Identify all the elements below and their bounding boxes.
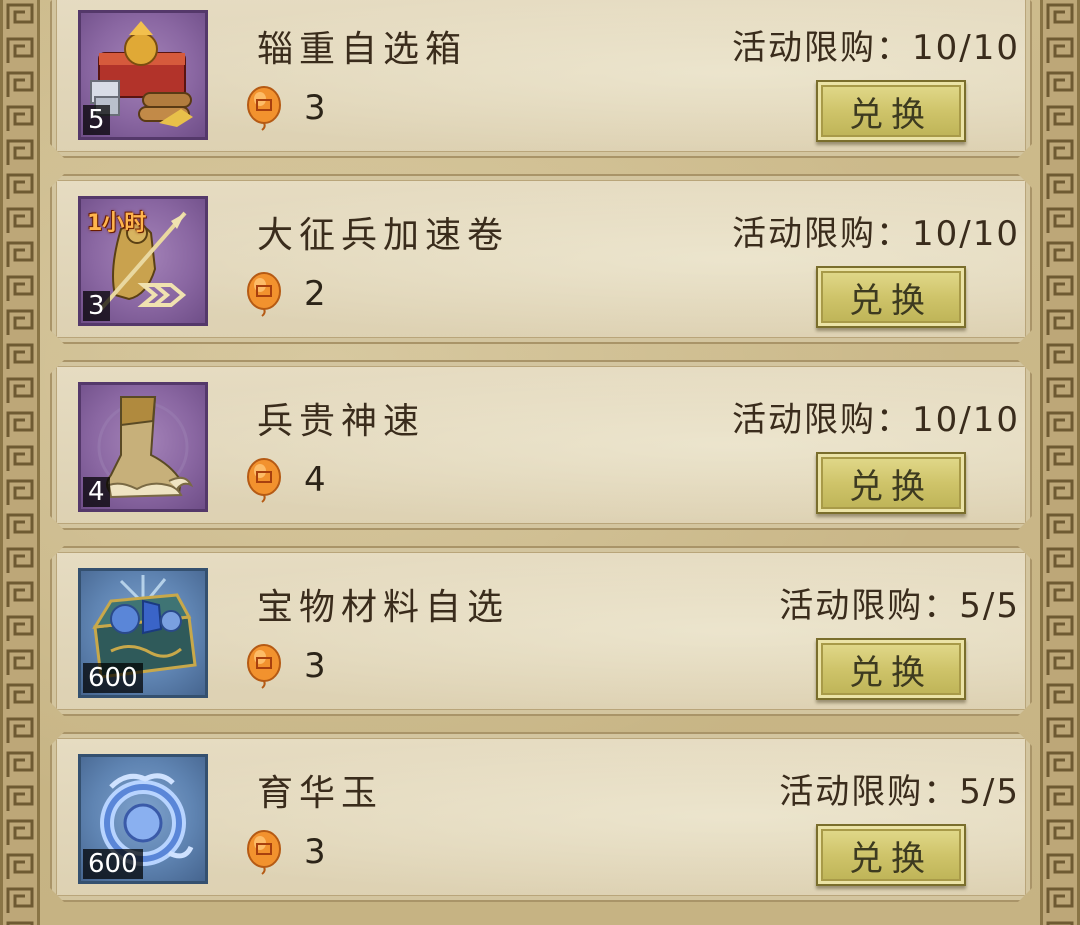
item-name: 育华玉 [257,773,384,814]
exchange-button[interactable]: 兑换 [816,80,966,142]
shop-panel: 5 辎重自选箱 3 活动限购：10/10 兑换 1小时 3 大征兵加速卷 2 活… [0,0,1080,925]
lantern-token-icon [244,643,284,689]
item-cost: 3 [244,829,326,875]
cost-value: 2 [304,274,326,314]
duration-badge: 1小时 [87,211,147,236]
item-name: 兵贵神速 [257,401,426,442]
cost-value: 3 [304,646,326,686]
purchase-limit: 活动限购：10/10 [732,28,1020,68]
exchange-item-card: 5 辎重自选箱 3 活动限购：10/10 兑换 [50,0,1032,158]
exchange-item-card: 4 兵贵神速 4 活动限购：10/10 兑换 [50,360,1032,530]
quantity-badge: 600 [83,663,143,693]
exchange-button[interactable]: 兑换 [816,638,966,700]
item-icon-frame[interactable]: 4 [78,382,208,512]
exchange-item-list[interactable]: 5 辎重自选箱 3 活动限购：10/10 兑换 1小时 3 大征兵加速卷 2 活… [50,0,1032,918]
purchase-limit: 活动限购：10/10 [732,214,1020,254]
lantern-token-icon [244,829,284,875]
cost-value: 3 [304,832,326,872]
item-cost: 3 [244,643,326,689]
item-cost: 2 [244,271,326,317]
quantity-badge: 5 [83,105,110,135]
lantern-token-icon [244,271,284,317]
cost-value: 4 [304,460,326,500]
lantern-token-icon [244,457,284,503]
item-icon-frame[interactable]: 600 [78,754,208,884]
cost-value: 3 [304,88,326,128]
exchange-button[interactable]: 兑换 [816,452,966,514]
right-ornamental-border [1040,0,1080,925]
purchase-limit: 活动限购：5/5 [779,586,1020,626]
exchange-button[interactable]: 兑换 [816,266,966,328]
item-name: 辎重自选箱 [257,29,468,70]
lantern-token-icon [244,85,284,131]
exchange-item-card: 1小时 3 大征兵加速卷 2 活动限购：10/10 兑换 [50,174,1032,344]
left-ornamental-border [0,0,40,925]
item-icon-frame[interactable]: 1小时 3 [78,196,208,326]
exchange-item-card: 600 宝物材料自选 3 活动限购：5/5 兑换 [50,546,1032,716]
quantity-badge: 600 [83,849,143,879]
item-cost: 3 [244,85,326,131]
purchase-limit: 活动限购：10/10 [732,400,1020,440]
exchange-item-card: 600 育华玉 3 活动限购：5/5 兑换 [50,732,1032,902]
item-icon-frame[interactable]: 600 [78,568,208,698]
exchange-button[interactable]: 兑换 [816,824,966,886]
item-name: 大征兵加速卷 [257,215,510,256]
purchase-limit: 活动限购：5/5 [779,772,1020,812]
item-cost: 4 [244,457,326,503]
item-icon-frame[interactable]: 5 [78,10,208,140]
quantity-badge: 3 [83,291,110,321]
item-name: 宝物材料自选 [257,587,510,628]
quantity-badge: 4 [83,477,110,507]
